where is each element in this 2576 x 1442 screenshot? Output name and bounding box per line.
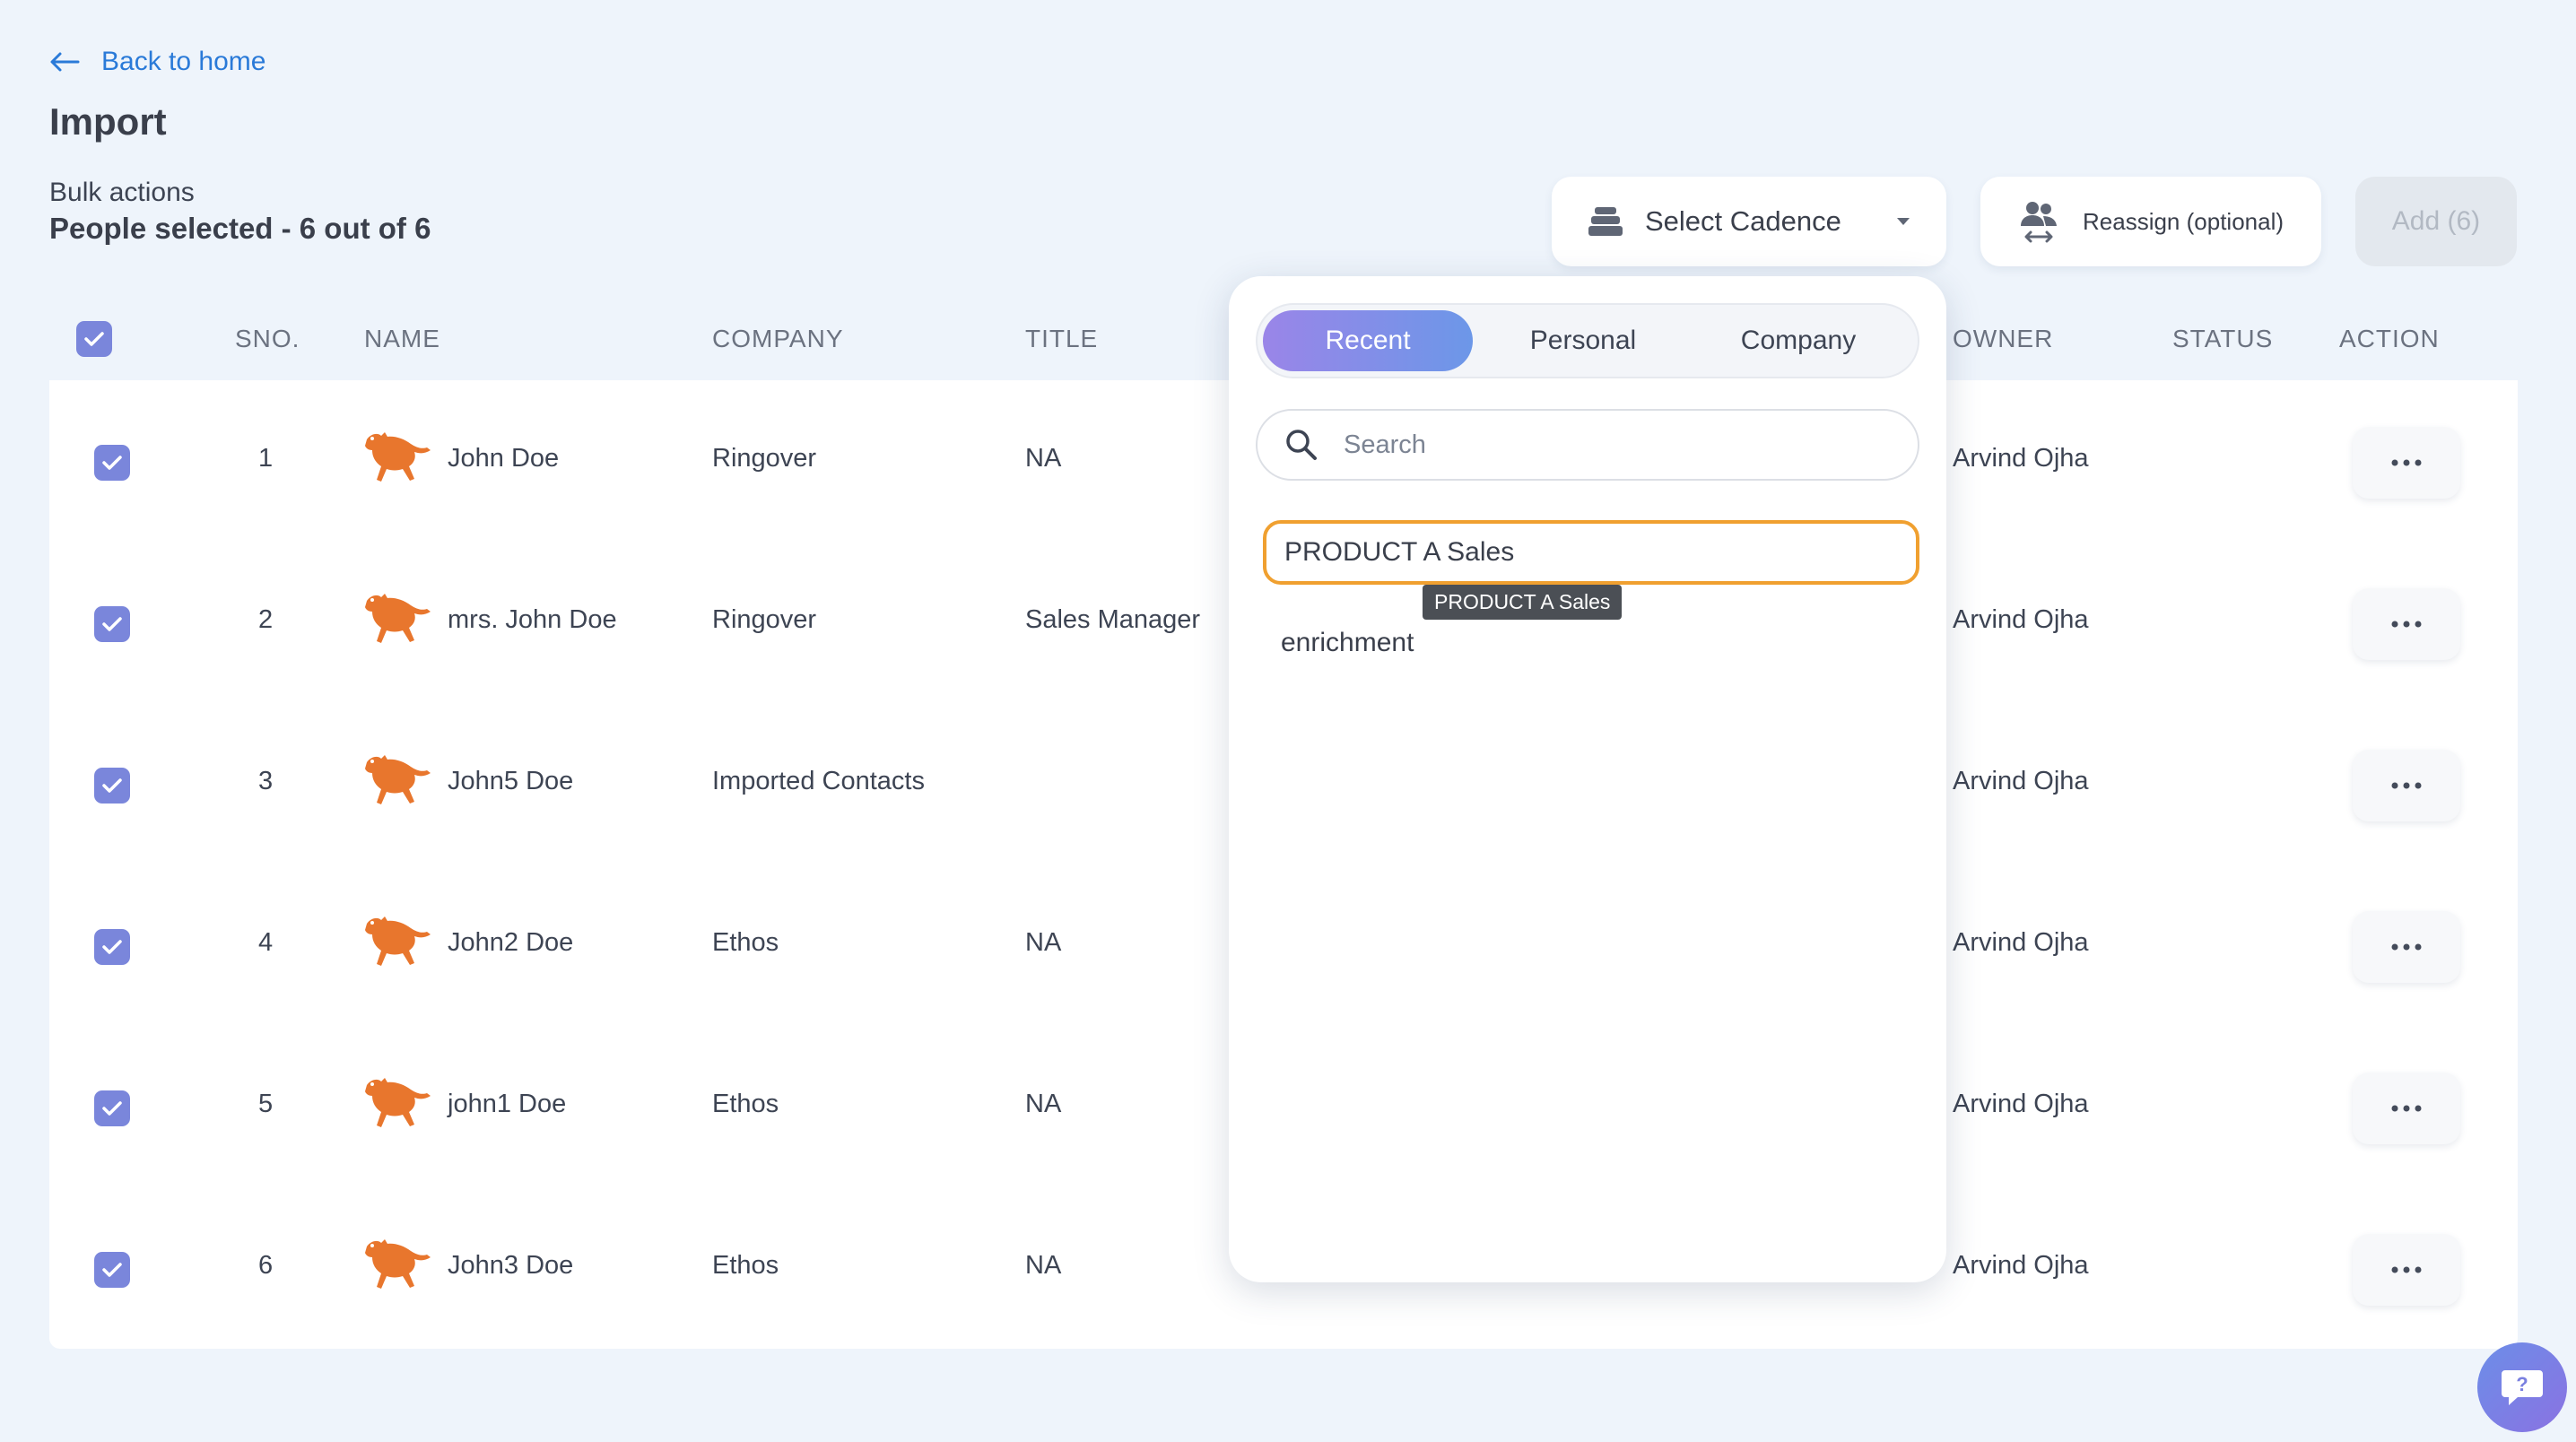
row-title: NA (1025, 1090, 1062, 1118)
row-name[interactable]: John Doe (448, 444, 559, 473)
bulk-actions-label: Bulk actions (49, 178, 195, 207)
avatar-icon (365, 916, 431, 966)
row-name[interactable]: John3 Doe (448, 1251, 573, 1281)
row-checkbox[interactable] (94, 606, 130, 642)
header-sno: SNO. (235, 325, 300, 352)
row-company: Imported Contacts (712, 767, 925, 795)
cadence-tabs: Recent Personal Company (1256, 303, 1919, 378)
add-button[interactable]: Add (6) (2355, 177, 2517, 266)
ellipsis-icon (2391, 782, 2422, 789)
reassign-label: Reassign (optional) (2083, 207, 2284, 235)
row-owner: Arvind Ojha (1953, 928, 2089, 957)
header-name: NAME (364, 325, 440, 352)
avatar-icon (365, 1239, 431, 1289)
cadence-dropdown: Recent Personal Company PRODUCT A Sales … (1229, 276, 1946, 1282)
ellipsis-icon (2391, 459, 2422, 466)
row-checkbox[interactable] (94, 1090, 130, 1126)
row-name[interactable]: mrs. John Doe (448, 605, 617, 635)
check-icon (102, 1263, 122, 1277)
header-title: TITLE (1025, 325, 1099, 352)
tab-company[interactable]: Company (1693, 310, 1903, 371)
row-sno: 1 (258, 444, 274, 473)
row-company: Ethos (712, 1251, 779, 1280)
row-title: NA (1025, 928, 1062, 957)
reassign-button[interactable]: Reassign (optional) (1980, 177, 2321, 266)
help-chat-button[interactable]: ? (2477, 1342, 2567, 1432)
row-company: Ringover (712, 605, 817, 634)
header-status: STATUS (2172, 325, 2274, 352)
option-tooltip: PRODUCT A Sales (1423, 585, 1623, 620)
add-button-label: Add (6) (2391, 206, 2481, 236)
avatar-icon (365, 1078, 431, 1127)
svg-text:?: ? (2516, 1373, 2528, 1395)
row-action-button[interactable] (2353, 427, 2460, 499)
check-icon (102, 940, 122, 954)
cadence-search[interactable] (1256, 409, 1919, 481)
row-action-button[interactable] (2353, 588, 2460, 660)
ellipsis-icon (2391, 1266, 2422, 1273)
row-sno: 4 (258, 928, 274, 957)
row-company: Ringover (712, 444, 817, 473)
row-owner: Arvind Ojha (1953, 1090, 2089, 1118)
tab-personal[interactable]: Personal (1478, 310, 1688, 371)
arrow-left-icon (50, 52, 80, 72)
page-title: Import (49, 100, 167, 143)
row-owner: Arvind Ojha (1953, 444, 2089, 473)
cadence-option-product-a-sales[interactable]: PRODUCT A Sales (1263, 520, 1919, 585)
stack-icon (1588, 207, 1623, 236)
row-title: NA (1025, 444, 1062, 473)
check-icon (102, 617, 122, 631)
ellipsis-icon (2391, 621, 2422, 628)
chat-question-icon: ? (2502, 1370, 2543, 1405)
tab-recent[interactable]: Recent (1263, 310, 1473, 371)
row-action-button[interactable] (2353, 911, 2460, 983)
header-company: COMPANY (712, 325, 844, 352)
row-sno: 3 (258, 767, 274, 795)
row-name[interactable]: john1 Doe (448, 1090, 566, 1119)
row-owner: Arvind Ojha (1953, 1251, 2089, 1280)
row-action-button[interactable] (2353, 1234, 2460, 1306)
row-checkbox[interactable] (94, 1252, 130, 1288)
row-owner: Arvind Ojha (1953, 605, 2089, 634)
people-swap-icon (2021, 202, 2057, 243)
select-all-checkbox[interactable] (76, 321, 112, 357)
check-icon (84, 332, 104, 346)
cadence-search-input[interactable] (1342, 429, 1884, 461)
row-name[interactable]: John5 Doe (448, 767, 573, 796)
check-icon (102, 456, 122, 470)
row-company: Ethos (712, 928, 779, 957)
row-owner: Arvind Ojha (1953, 767, 2089, 795)
back-to-home-label: Back to home (101, 47, 266, 76)
row-title: Sales Manager (1025, 605, 1201, 634)
row-name[interactable]: John2 Doe (448, 928, 573, 958)
row-title: NA (1025, 1251, 1062, 1280)
caret-down-icon (1897, 218, 1910, 225)
search-icon (1286, 430, 1317, 460)
row-checkbox[interactable] (94, 445, 130, 481)
people-selected-count: People selected - 6 out of 6 (49, 212, 431, 245)
check-icon (102, 1101, 122, 1116)
ellipsis-icon (2391, 1105, 2422, 1112)
row-sno: 5 (258, 1090, 274, 1118)
avatar-icon (365, 432, 431, 482)
row-checkbox[interactable] (94, 929, 130, 965)
row-action-button[interactable] (2353, 750, 2460, 821)
back-to-home-link[interactable]: Back to home (49, 47, 265, 77)
ellipsis-icon (2391, 943, 2422, 951)
header-owner: OWNER (1953, 325, 2054, 352)
row-company: Ethos (712, 1090, 779, 1118)
row-checkbox[interactable] (94, 768, 130, 804)
select-cadence-button[interactable]: Select Cadence (1552, 177, 1946, 266)
avatar-icon (365, 755, 431, 804)
row-sno: 6 (258, 1251, 274, 1280)
row-sno: 2 (258, 605, 274, 634)
select-cadence-label: Select Cadence (1645, 205, 1841, 237)
header-action: ACTION (2339, 325, 2440, 352)
check-icon (102, 778, 122, 793)
cadence-option-enrichment[interactable]: enrichment (1263, 611, 1919, 675)
avatar-icon (365, 594, 431, 643)
row-action-button[interactable] (2353, 1073, 2460, 1144)
